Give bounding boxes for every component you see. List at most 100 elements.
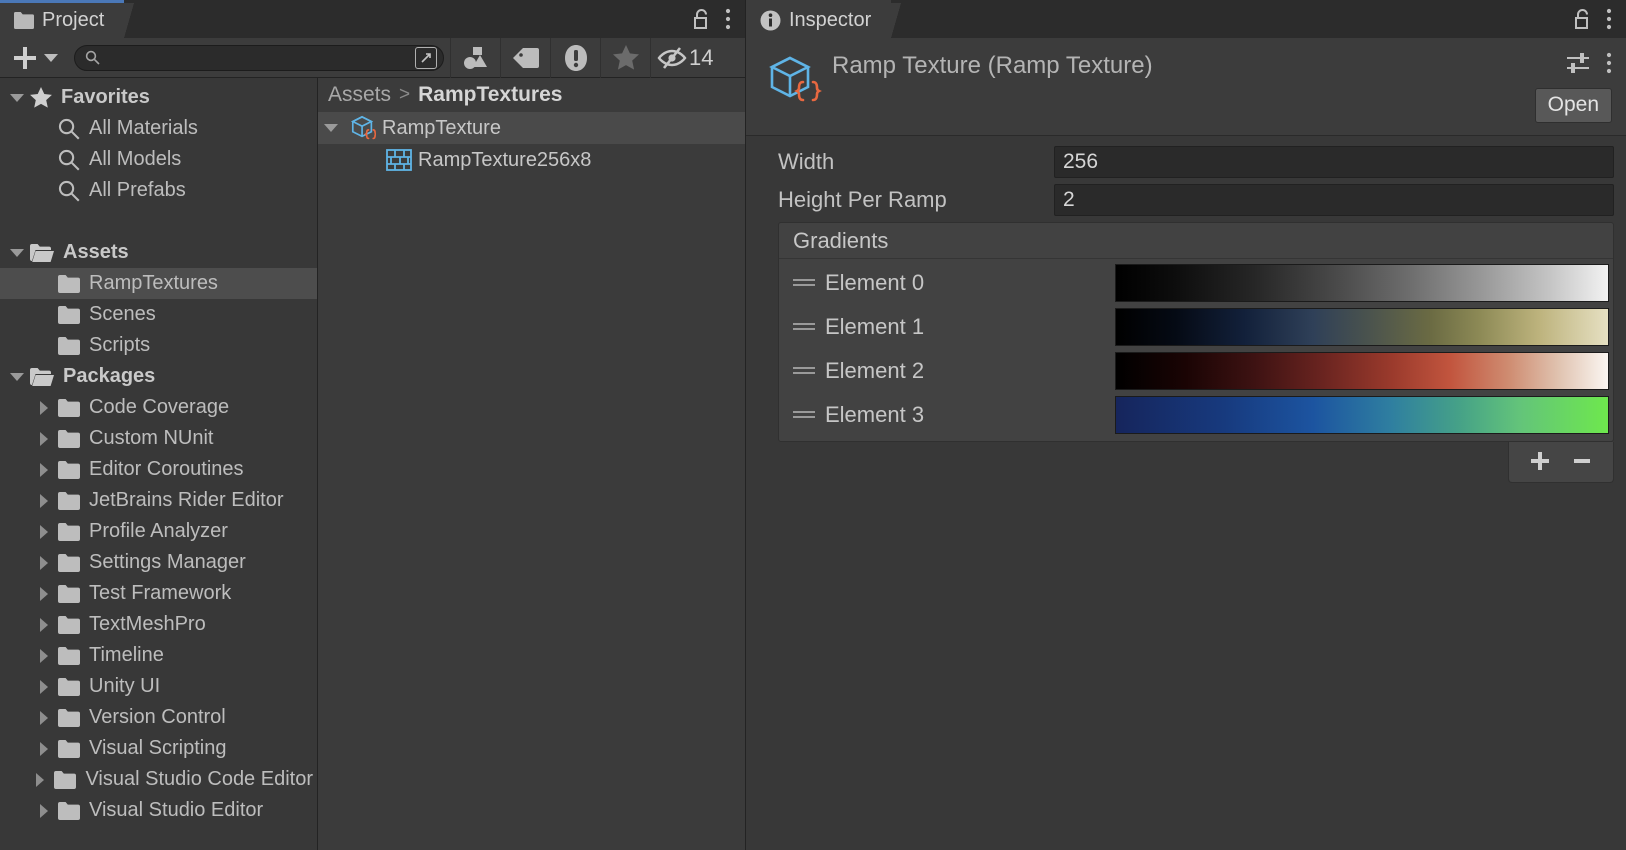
gradient-list-item[interactable]: Element 1	[779, 305, 1613, 349]
drag-handle-icon[interactable]	[793, 365, 815, 377]
expand-arrow-icon[interactable]	[38, 679, 52, 694]
tab-inspector[interactable]: Inspector	[746, 0, 902, 38]
tree-item-textmeshpro[interactable]: TextMeshPro	[0, 609, 317, 640]
texture2d-icon	[386, 149, 412, 171]
tree-item-label: Visual Studio Editor	[89, 799, 264, 821]
tree-item-visual-scripting[interactable]: Visual Scripting	[0, 733, 317, 764]
folder-tree-pane[interactable]: Favorites All Materials All Models All Pref…	[0, 78, 318, 850]
save-search-icon[interactable]	[415, 46, 437, 69]
expand-arrow-icon[interactable]	[10, 246, 24, 260]
expand-arrow-icon[interactable]	[38, 710, 52, 725]
tab-project-label: Project	[42, 9, 105, 31]
gradient-swatch[interactable]	[1115, 308, 1609, 346]
preset-sliders-icon[interactable]	[1566, 52, 1590, 74]
expand-arrow-spacer	[38, 153, 52, 167]
tree-item-scenes[interactable]: Scenes	[0, 299, 317, 330]
open-button[interactable]: Open	[1534, 88, 1612, 123]
tree-item-packages[interactable]: Packages	[0, 361, 317, 392]
tree-item-visual-studio-code-editor[interactable]: Visual Studio Code Editor	[0, 764, 317, 795]
tree-item-all-materials[interactable]: All Materials	[0, 113, 317, 144]
tree-item-favorites[interactable]: Favorites	[0, 82, 317, 113]
asset-list-pane[interactable]: Assets > RampTextures RampTexture RampTe…	[318, 78, 745, 850]
expand-arrow-icon[interactable]	[38, 586, 52, 601]
expand-arrow-icon[interactable]	[38, 431, 52, 446]
gradient-list-item[interactable]: Element 0	[779, 261, 1613, 305]
height-per-ramp-input[interactable]: 2	[1054, 184, 1614, 216]
search-input[interactable]	[100, 49, 415, 66]
tree-item-label: All Prefabs	[89, 179, 186, 201]
tree-item-timeline[interactable]: Timeline	[0, 640, 317, 671]
tree-item-scripts[interactable]: Scripts	[0, 330, 317, 361]
add-element-button[interactable]	[1523, 448, 1557, 474]
tree-item-version-control[interactable]: Version Control	[0, 702, 317, 733]
expand-arrow-icon[interactable]	[38, 400, 52, 415]
breadcrumb-root[interactable]: Assets	[328, 83, 391, 107]
width-input[interactable]: 256	[1054, 146, 1614, 178]
tree-item-unity-ui[interactable]: Unity UI	[0, 671, 317, 702]
asset-row-ramptexture256x8[interactable]: RampTexture256x8	[318, 144, 745, 176]
tree-item-profile-analyzer[interactable]: Profile Analyzer	[0, 516, 317, 547]
folder-icon	[58, 398, 80, 417]
kebab-menu-icon[interactable]	[725, 8, 731, 30]
drag-handle-icon[interactable]	[793, 321, 815, 333]
asset-row-ramptexture[interactable]: RampTexture	[318, 112, 745, 144]
expand-arrow-icon[interactable]	[38, 524, 52, 539]
tree-item-visual-studio-editor[interactable]: Visual Studio Editor	[0, 795, 317, 826]
tabbar-spacer	[124, 0, 693, 38]
tree-item-test-framework[interactable]: Test Framework	[0, 578, 317, 609]
expand-arrow-icon[interactable]	[34, 772, 48, 787]
filter-by-favorite-button[interactable]	[600, 37, 650, 78]
create-asset-button[interactable]	[0, 45, 68, 71]
field-label: Width	[778, 149, 835, 174]
chevron-down-icon	[44, 53, 58, 63]
expand-arrow-icon[interactable]	[10, 370, 24, 384]
tree-item-custom-nunit[interactable]: Custom NUnit	[0, 423, 317, 454]
expand-arrow-icon[interactable]	[324, 121, 338, 135]
drag-handle-icon[interactable]	[793, 277, 815, 289]
folder-icon	[58, 646, 80, 665]
folder-icon	[14, 12, 34, 29]
inspector-body: Width 256 Height Per Ramp 2 Gradients El…	[746, 136, 1626, 850]
tree-item-jetbrains-rider-editor[interactable]: JetBrains Rider Editor	[0, 485, 317, 516]
expand-arrow-icon[interactable]	[38, 648, 52, 663]
filter-by-label-button[interactable]	[500, 37, 550, 78]
tree-item-label: Profile Analyzer	[89, 520, 228, 542]
expand-arrow-icon[interactable]	[38, 741, 52, 756]
lock-open-icon[interactable]	[693, 8, 711, 30]
tree-item-ramptextures[interactable]: RampTextures	[0, 268, 317, 299]
tree-item-assets[interactable]: Assets	[0, 237, 317, 268]
gradient-list-item[interactable]: Element 3	[779, 393, 1613, 437]
breadcrumb-current[interactable]: RampTextures	[418, 83, 562, 107]
filter-by-type-button[interactable]	[450, 37, 500, 78]
tree-item-label: RampTextures	[89, 272, 218, 294]
hidden-objects-indicator[interactable]: 14	[650, 37, 723, 78]
gradient-swatch[interactable]	[1115, 264, 1609, 302]
tree-item-editor-coroutines[interactable]: Editor Coroutines	[0, 454, 317, 485]
kebab-menu-icon[interactable]	[1606, 8, 1612, 30]
folder-icon	[58, 429, 80, 448]
remove-element-button[interactable]	[1565, 448, 1599, 474]
expand-arrow-icon[interactable]	[38, 617, 52, 632]
lock-open-icon[interactable]	[1574, 8, 1592, 30]
tab-project[interactable]: Project	[0, 0, 135, 38]
tree-item-code-coverage[interactable]: Code Coverage	[0, 392, 317, 423]
folder-icon	[58, 491, 80, 510]
gradient-swatch[interactable]	[1115, 352, 1609, 390]
kebab-menu-icon[interactable]	[1606, 52, 1612, 74]
filter-by-warning-button[interactable]	[550, 37, 600, 78]
gradient-swatch[interactable]	[1115, 396, 1609, 434]
expand-arrow-icon[interactable]	[38, 462, 52, 477]
expand-arrow-icon[interactable]	[10, 91, 24, 105]
drag-handle-icon[interactable]	[793, 409, 815, 421]
gradient-list-item[interactable]: Element 2	[779, 349, 1613, 393]
tree-item-all-prefabs[interactable]: All Prefabs	[0, 175, 317, 206]
folder-icon	[58, 615, 80, 634]
tree-item-settings-manager[interactable]: Settings Manager	[0, 547, 317, 578]
expand-arrow-icon[interactable]	[38, 493, 52, 508]
tree-item-all-models[interactable]: All Models	[0, 144, 317, 175]
search-field[interactable]	[74, 44, 444, 71]
tab-corner	[891, 3, 902, 38]
expand-arrow-icon[interactable]	[38, 803, 52, 818]
expand-arrow-icon[interactable]	[38, 555, 52, 570]
folder-icon	[58, 522, 80, 541]
